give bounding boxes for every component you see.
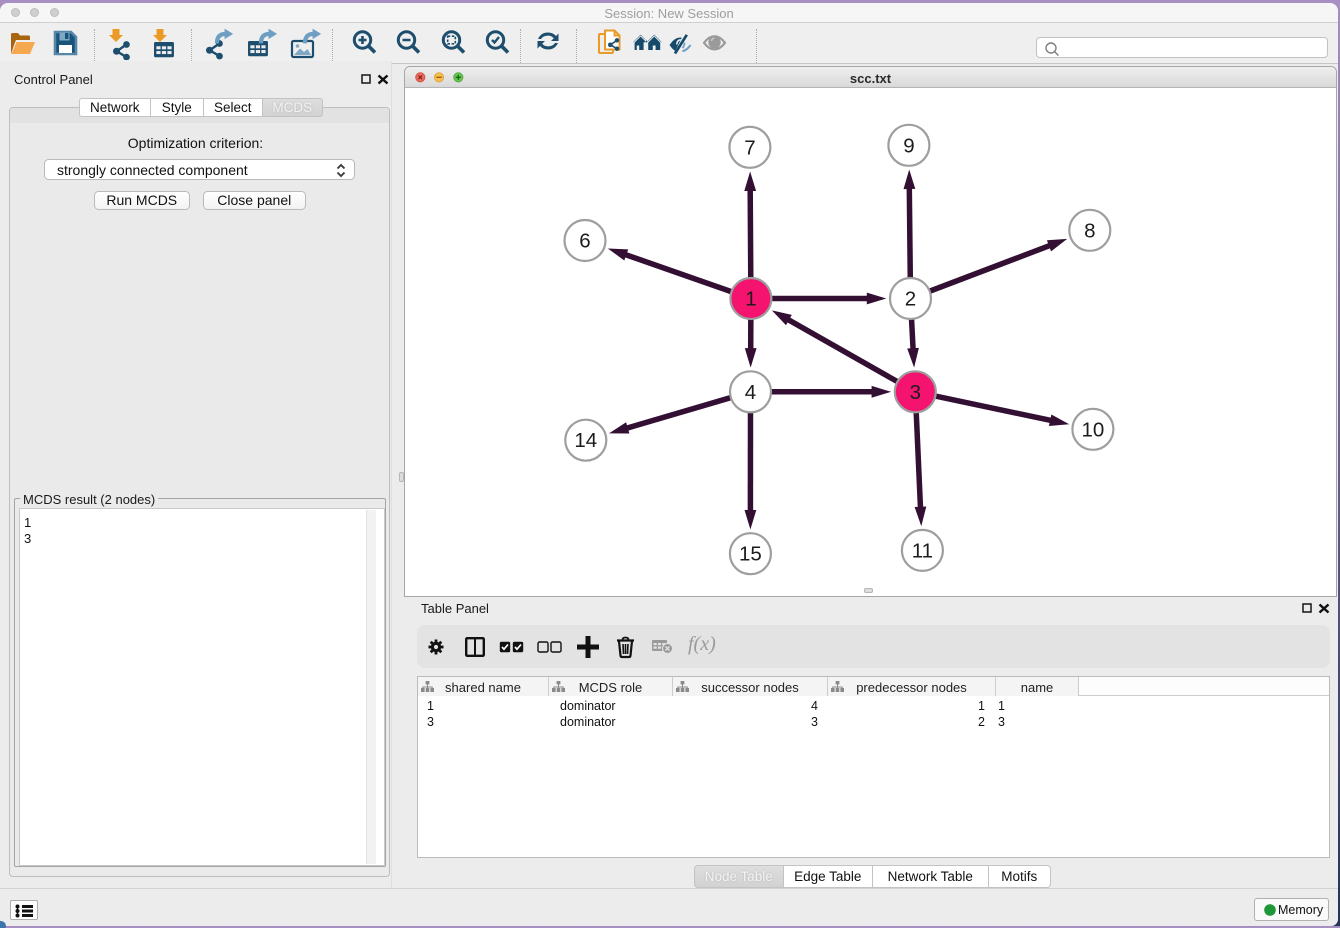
svg-text:11: 11 — [911, 539, 932, 562]
svg-text:9: 9 — [903, 134, 914, 157]
svg-text:3: 3 — [909, 380, 920, 403]
svg-text:7: 7 — [744, 136, 755, 159]
svg-text:14: 14 — [574, 429, 597, 452]
svg-text:15: 15 — [738, 542, 761, 565]
svg-text:4: 4 — [744, 380, 755, 403]
svg-text:6: 6 — [579, 229, 590, 252]
svg-text:2: 2 — [904, 287, 915, 310]
svg-text:10: 10 — [1081, 418, 1104, 441]
svg-text:8: 8 — [1084, 219, 1095, 242]
svg-text:1: 1 — [745, 287, 756, 310]
